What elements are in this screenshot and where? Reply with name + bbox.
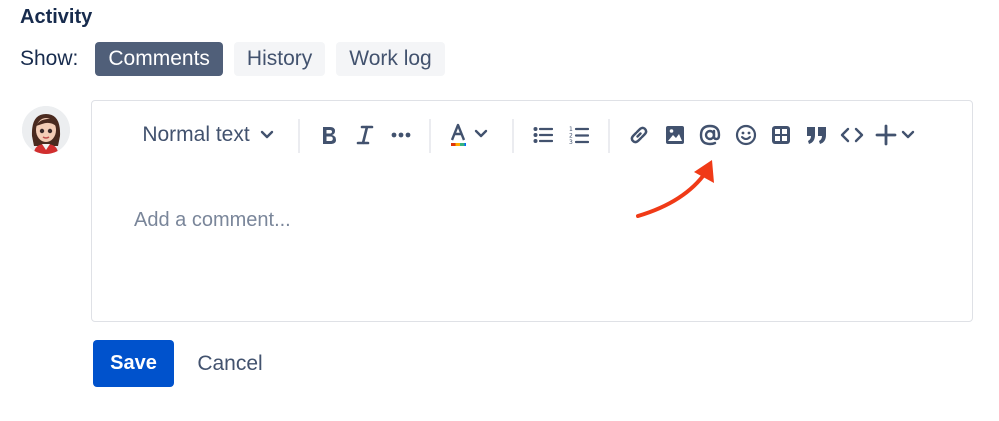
bold-icon[interactable] [314,115,344,155]
numbered-list-icon[interactable]: 123 [564,115,594,155]
user-avatar [22,106,70,154]
link-icon[interactable] [624,115,654,155]
table-icon[interactable] [766,115,796,155]
emoji-icon[interactable] [731,115,761,155]
editor-toolbar: Normal text 1 2 3 [92,115,972,155]
text-color-icon[interactable] [445,115,495,155]
svg-text:3: 3 [569,139,573,145]
toolbar-divider [429,119,431,153]
cancel-button[interactable]: Cancel [184,340,276,387]
bullet-list-icon[interactable] [528,115,558,155]
toolbar-divider [608,119,610,153]
show-label: Show: [20,47,79,70]
more-icon[interactable] [386,115,416,155]
activity-panel: Activity Show: Comments History Work log… [0,0,999,421]
image-icon[interactable] [660,115,690,155]
quote-icon[interactable] [801,115,833,155]
show-filter-row: Show: Comments History Work log [20,42,456,76]
toolbar-divider [512,119,514,153]
filter-history-button[interactable]: History [233,42,326,76]
annotation-arrow-icon [636,160,714,218]
toolbar-divider [298,119,300,153]
filter-worklog-button[interactable]: Work log [336,42,445,76]
text-style-dropdown[interactable]: Normal text [136,115,280,155]
italic-icon[interactable] [350,115,380,155]
code-icon[interactable] [837,115,867,155]
filter-comments-button[interactable]: Comments [95,42,223,76]
comment-placeholder[interactable]: Add a comment... [134,209,291,232]
mention-icon[interactable] [695,115,725,155]
activity-heading: Activity [20,6,93,28]
chevron-down-icon [260,130,274,140]
save-button[interactable]: Save [93,340,174,387]
comment-editor[interactable]: Normal text 1 2 3 Add a comment... [91,100,973,322]
text-style-label: Normal text [142,123,250,146]
insert-plus-icon[interactable] [874,115,920,155]
